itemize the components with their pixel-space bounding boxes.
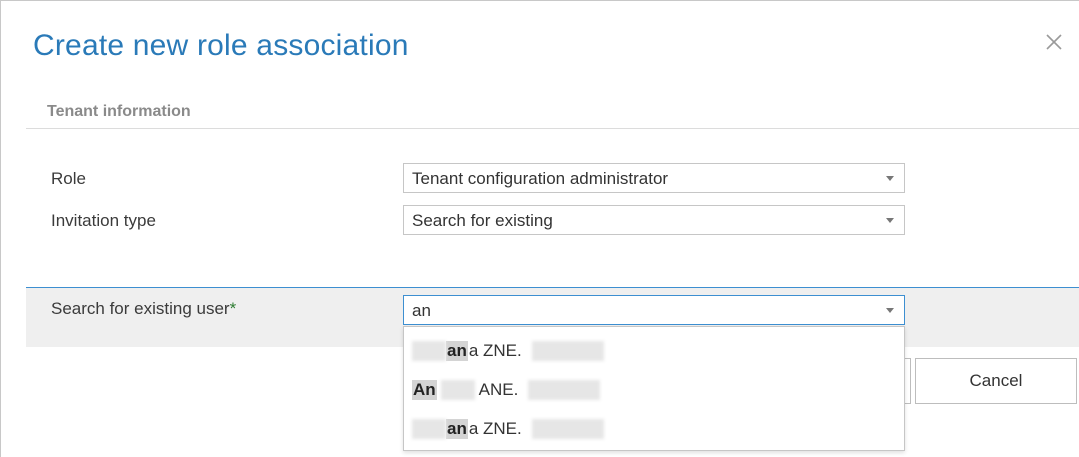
invitation-type-label: Invitation type — [51, 211, 156, 230]
redacted-text — [531, 341, 604, 361]
user-suggestions-dropdown: an a ZNE. An ANE. an a ZNE. — [403, 326, 905, 451]
close-icon[interactable] — [1043, 31, 1065, 53]
invitation-type-select[interactable]: Search for existing — [403, 205, 905, 235]
chevron-down-icon — [886, 218, 894, 223]
chevron-down-icon — [886, 308, 894, 313]
required-marker: * — [229, 299, 237, 318]
search-user-label-text: Search for existing user — [51, 299, 230, 318]
suggestion-item[interactable]: an a ZNE. — [404, 411, 904, 449]
redacted-text — [412, 341, 446, 361]
suggestion-item[interactable]: An ANE. — [404, 372, 904, 410]
suggestion-rest: a ZNE. — [468, 419, 522, 438]
suggestion-match: an — [446, 341, 468, 361]
redacted-text — [412, 419, 446, 439]
suggestion-match: an — [446, 419, 468, 439]
search-user-input[interactable]: an — [403, 295, 905, 325]
suggestion-rest: a ZNE. — [468, 341, 522, 360]
search-user-input-value: an — [412, 301, 431, 320]
redacted-text — [531, 419, 604, 439]
role-association-dialog: Create new role association Tenant infor… — [0, 0, 1079, 457]
redacted-text — [528, 380, 601, 400]
role-label: Role — [51, 169, 86, 188]
suggestion-rest: ANE. — [478, 380, 519, 399]
suggestion-item[interactable]: an a ZNE. — [404, 333, 904, 371]
suggestion-match: An — [412, 380, 437, 400]
section-header: Tenant information — [26, 99, 1079, 129]
redacted-text — [440, 380, 475, 400]
role-select-value: Tenant configuration administrator — [412, 169, 669, 188]
role-select[interactable]: Tenant configuration administrator — [403, 163, 905, 193]
invitation-type-select-value: Search for existing — [412, 211, 553, 230]
dialog-title: Create new role association — [33, 29, 409, 62]
section-title: Tenant information — [47, 103, 191, 120]
cancel-button[interactable]: Cancel — [915, 358, 1077, 404]
search-user-label: Search for existing user* — [51, 299, 236, 319]
chevron-down-icon — [886, 176, 894, 181]
